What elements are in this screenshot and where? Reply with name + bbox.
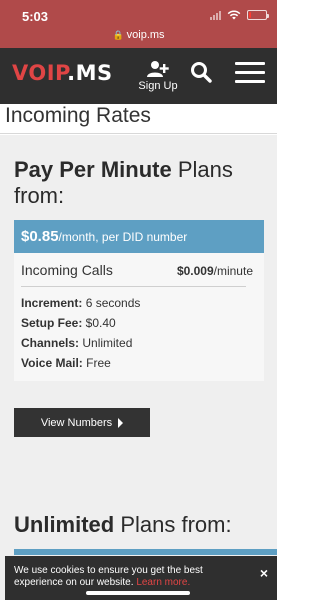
incoming-calls-rate: $0.009/minute — [176, 264, 253, 278]
search-button[interactable] — [190, 61, 212, 83]
close-icon[interactable]: × — [260, 565, 268, 581]
signup-button[interactable]: Sign Up — [138, 60, 178, 92]
caret-right-icon — [118, 417, 124, 428]
battery-icon — [247, 10, 269, 20]
per-minute-heading: Pay Per Minute Plans from: — [14, 157, 233, 208]
browser-status-bar: 5:03 🔒 voip.ms — [0, 0, 277, 48]
cookie-message: We use cookies to ensure you get the bes… — [14, 565, 203, 588]
detail-increment: Increment: 6 seconds — [21, 296, 141, 310]
status-icons — [210, 10, 269, 20]
divider — [21, 286, 246, 287]
per-minute-rates-card: Incoming Calls $0.009/minute Increment: … — [14, 253, 264, 381]
unlimited-heading: Unlimited Plans from: — [14, 512, 232, 537]
detail-channels: Channels: Unlimited — [21, 336, 133, 350]
detail-voice-mail: Voice Mail: Free — [21, 356, 111, 370]
search-icon — [191, 62, 212, 83]
monthly-price-suffix: /month, per DID number — [58, 230, 188, 244]
url-text: voip.ms — [126, 29, 165, 41]
view-numbers-label: View Numbers — [40, 416, 113, 429]
per-minute-price-bar: $0.85/month, per DID number — [14, 220, 264, 253]
lock-icon: 🔒 — [112, 30, 124, 40]
unlimited-price-bar — [14, 549, 277, 555]
url-bar[interactable]: 🔒 voip.ms — [0, 29, 277, 41]
signup-label: Sign Up — [138, 80, 178, 92]
wifi-icon — [227, 10, 241, 20]
add-user-icon — [147, 61, 169, 77]
learn-more-link[interactable]: Learn more. — [136, 577, 190, 588]
incoming-calls-label: Incoming Calls — [21, 262, 113, 278]
cellular-signal-icon — [210, 10, 221, 20]
monthly-price: $0.85 — [21, 228, 59, 245]
page-title: Incoming Rates — [5, 104, 151, 127]
detail-setup-fee: Setup Fee: $0.40 — [21, 316, 116, 330]
home-indicator — [86, 591, 190, 595]
view-numbers-button[interactable]: View Numbers — [14, 408, 150, 437]
status-time: 5:03 — [22, 9, 49, 24]
hamburger-menu-icon[interactable] — [235, 62, 265, 84]
divider — [0, 133, 277, 134]
voipms-logo[interactable]: VOIP.MS — [12, 61, 113, 85]
site-header: VOIP.MS Sign Up — [0, 48, 277, 104]
